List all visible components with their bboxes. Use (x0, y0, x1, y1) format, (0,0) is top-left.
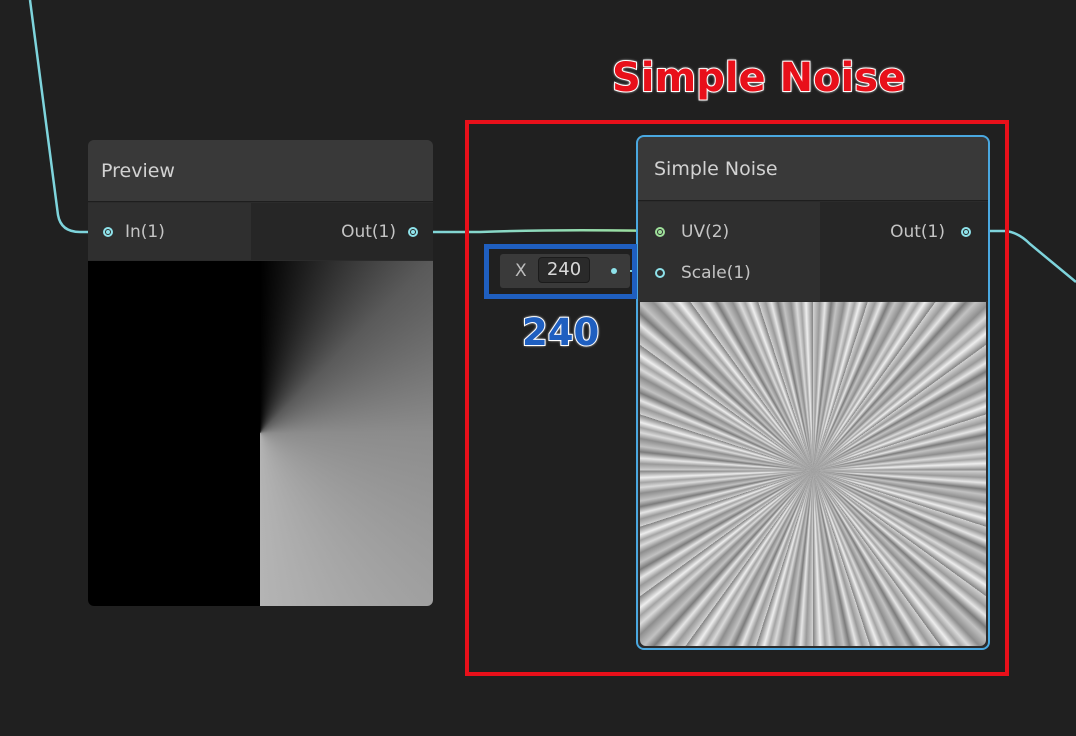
annotation-title: Simple Noise (611, 54, 906, 102)
port-connector-icon[interactable] (655, 268, 665, 278)
noise-output-port[interactable]: Out(1) (890, 222, 971, 242)
scale-value-input[interactable]: 240 (538, 257, 590, 283)
noise-output-column (820, 202, 988, 301)
uv-input-port[interactable]: UV(2) (655, 222, 729, 242)
port-connector-icon[interactable] (655, 227, 665, 237)
port-connector-icon[interactable] (408, 227, 418, 237)
scale-axis-label: X (515, 261, 527, 281)
simple-noise-node-title: Simple Noise (638, 137, 988, 201)
scale-field-connector-icon (611, 268, 617, 274)
noise-output-label: Out(1) (890, 222, 945, 242)
uv-input-label: UV(2) (681, 222, 730, 242)
annotation-value-label: 240 (521, 310, 600, 355)
preview-output-label: Out(1) (341, 222, 396, 242)
preview-gradient-upper (260, 261, 433, 433)
preview-input-label: In(1) (125, 222, 165, 242)
noise-preview-image (640, 302, 986, 646)
scale-input-label: Scale(1) (681, 263, 751, 283)
preview-node[interactable]: Preview In(1) Out(1) (88, 140, 433, 606)
noise-input-column (638, 202, 820, 301)
port-connector-icon[interactable] (103, 227, 113, 237)
wire-preview-to-uv[interactable] (418, 228, 656, 234)
scale-input-field[interactable]: X 240 (500, 254, 630, 288)
simple-noise-node[interactable]: Simple Noise UV(2) Scale(1) Out(1) (638, 137, 988, 648)
port-connector-icon[interactable] (961, 227, 971, 237)
preview-input-port[interactable]: In(1) (103, 222, 165, 242)
preview-output-port[interactable]: Out(1) (341, 222, 418, 242)
preview-node-title: Preview (88, 140, 433, 202)
preview-image (88, 261, 433, 606)
scale-input-port[interactable]: Scale(1) (655, 263, 751, 283)
preview-gradient-lower (260, 433, 433, 606)
